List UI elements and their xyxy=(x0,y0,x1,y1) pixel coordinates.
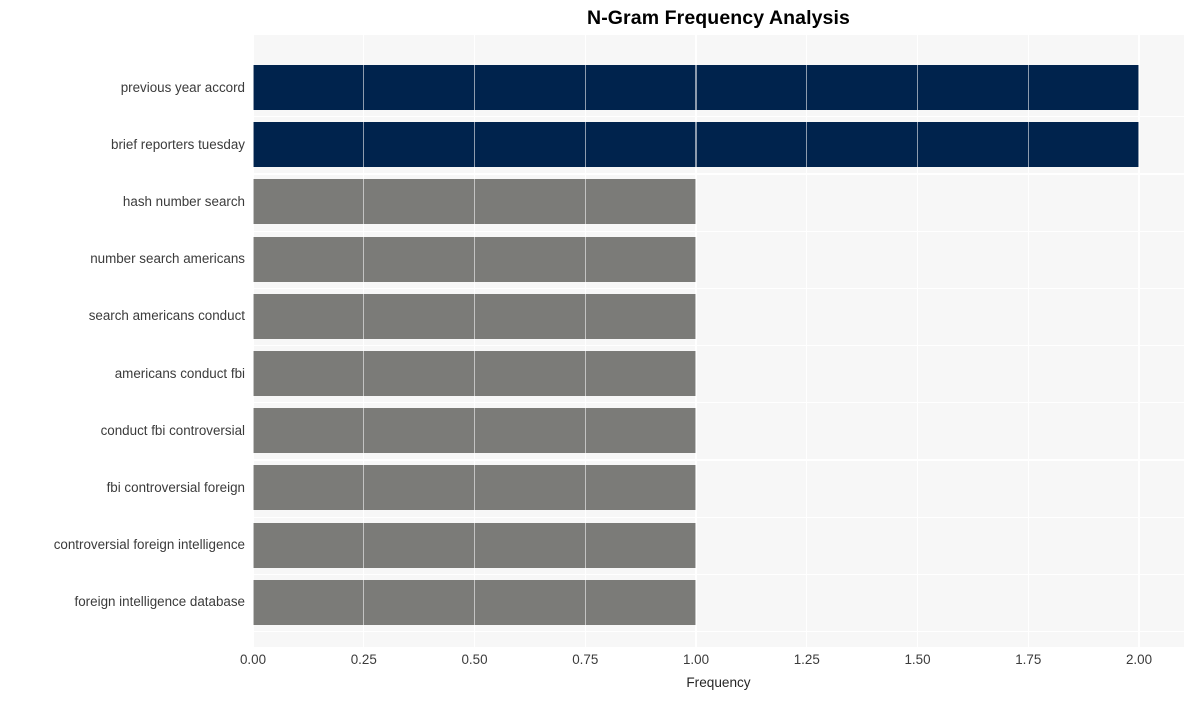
y-axis-tick-label: brief reporters tuesday xyxy=(111,136,245,152)
vertical-gridline-overlay xyxy=(584,35,586,647)
horizontal-gridline-overlay xyxy=(253,459,1184,461)
y-axis-tick-label: conduct fbi controversial xyxy=(100,422,245,438)
x-axis-tick-label: 0.00 xyxy=(239,652,267,667)
vertical-gridline-overlay xyxy=(473,35,476,647)
horizontal-gridline-overlay xyxy=(253,630,1184,633)
x-axis-tick-label: 1.50 xyxy=(904,652,931,667)
y-axis-tick-labels: previous year accord brief reporters tues… xyxy=(0,0,245,701)
x-axis-tick-label: 1.75 xyxy=(1015,652,1042,667)
horizontal-gridline-overlay xyxy=(253,344,1184,347)
x-axis-tick-label: 0.25 xyxy=(350,652,377,667)
vertical-gridline-overlay xyxy=(363,35,365,647)
horizontal-gridline-overlay xyxy=(253,287,1184,289)
vertical-gridline-overlay xyxy=(695,35,697,647)
vertical-gridline-overlay xyxy=(916,35,919,647)
horizontal-gridline-overlay xyxy=(253,230,1184,232)
vertical-gridline-overlay xyxy=(253,35,254,647)
chart-title: N-Gram Frequency Analysis xyxy=(587,7,850,29)
y-axis-tick-label: previous year accord xyxy=(120,79,245,95)
y-axis-tick-label: hash number search xyxy=(122,193,245,209)
chart-figure: N-Gram Frequency Analysis previous year … xyxy=(0,0,1192,701)
y-axis-tick-label: number search americans xyxy=(90,251,245,267)
vertical-gridline-overlay xyxy=(1027,35,1029,647)
horizontal-gridline-overlay xyxy=(253,116,1184,118)
y-axis-tick-label: americans conduct fbi xyxy=(114,365,245,381)
x-axis-label: Frequency xyxy=(686,675,751,690)
y-axis-tick-label: search americans conduct xyxy=(88,308,245,324)
y-axis-tick-label: controversial foreign intelligence xyxy=(53,537,245,553)
horizontal-gridline-overlay xyxy=(253,402,1184,404)
x-axis-tick-label: 1.25 xyxy=(793,652,820,667)
horizontal-gridline-overlay xyxy=(253,573,1184,575)
x-axis-tick-label: 2.00 xyxy=(1125,652,1153,667)
x-axis-tick-label: 0.50 xyxy=(461,652,488,667)
horizontal-gridline-overlay xyxy=(253,173,1184,175)
vertical-gridline-overlay xyxy=(1138,35,1140,647)
vertical-gridline-overlay xyxy=(806,35,808,647)
y-axis-tick-label: foreign intelligence database xyxy=(74,594,245,610)
horizontal-gridline-overlay xyxy=(253,516,1184,518)
plot-area xyxy=(253,35,1184,647)
x-axis-tick-labels: 0.00 0.25 0.50 0.75 1.00 1.25 1.50 1.75 2.00 xyxy=(0,651,1192,673)
y-axis-tick-label: fbi controversial foreign xyxy=(106,479,245,495)
x-axis-tick-label: 0.75 xyxy=(572,652,599,667)
x-axis-tick-label: 1.00 xyxy=(682,652,710,667)
